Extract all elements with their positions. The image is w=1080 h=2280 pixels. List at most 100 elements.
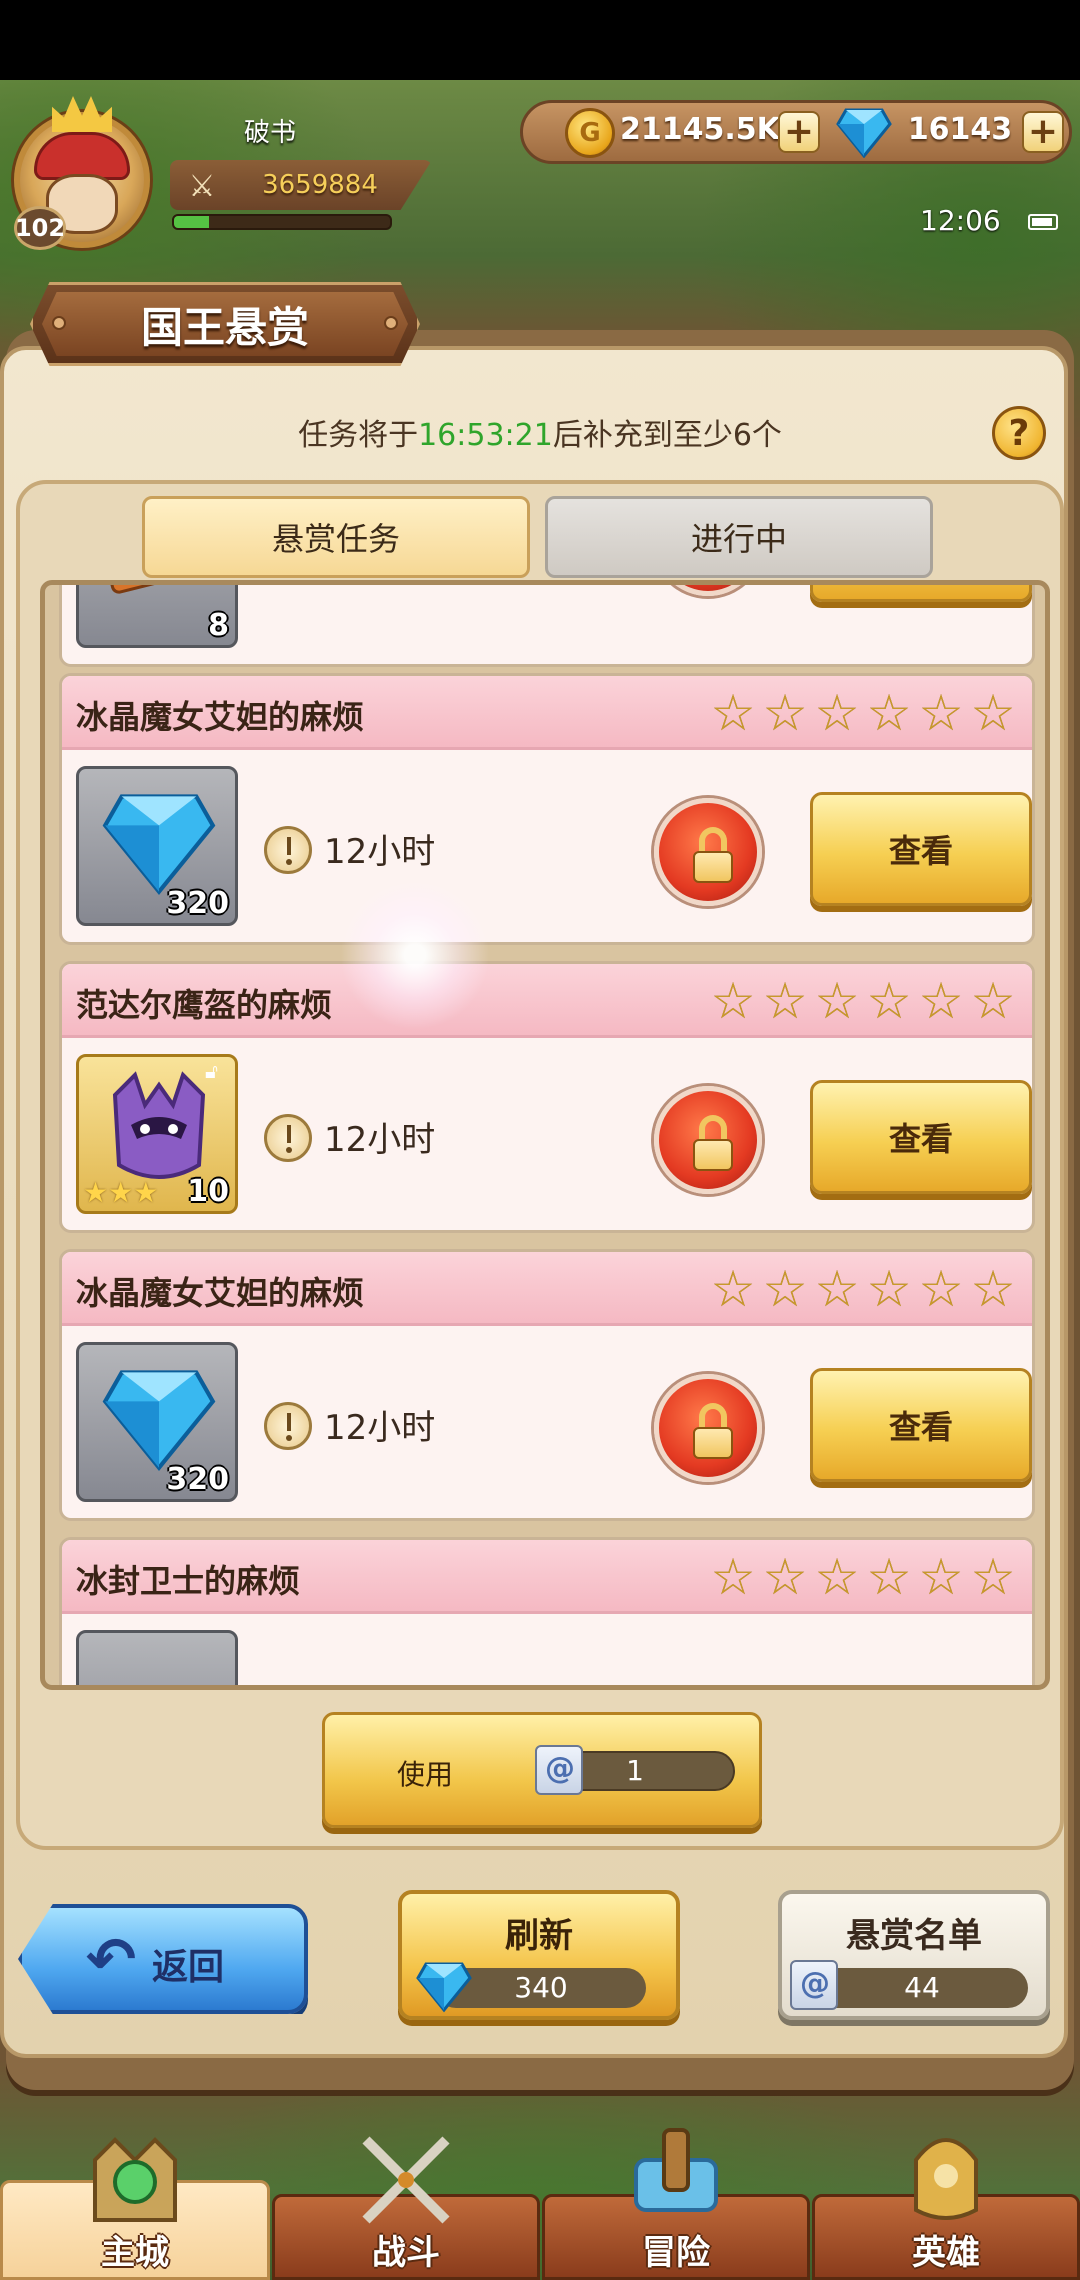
diamond-icon	[102, 1370, 216, 1471]
star-icon: ☆	[710, 684, 756, 742]
back-arrow-icon: ↶	[86, 1925, 137, 1995]
star-icon: ★	[133, 1176, 159, 1209]
back-button[interactable]: ↶ 返回	[18, 1904, 308, 2014]
refresh-timer: 16:53:21	[418, 418, 553, 453]
star-icon: ☆	[710, 1548, 756, 1606]
nav-adventure[interactable]: 冒险	[542, 2128, 810, 2280]
star-icon: ☆	[866, 972, 912, 1030]
battery-icon	[1028, 214, 1058, 230]
crossed-swords-icon	[362, 2136, 450, 2224]
item-count: 10	[187, 1174, 229, 1209]
difficulty-stars: ☆ ☆ ☆ ☆ ☆ ☆	[708, 976, 1018, 1026]
lock-button[interactable]	[654, 585, 762, 596]
item-slot[interactable]: 320	[76, 766, 238, 926]
tab-bounty-tasks[interactable]: 悬赏任务	[142, 496, 530, 578]
add-gold-button[interactable]: +	[778, 111, 820, 153]
page-title: 国王悬赏	[140, 302, 309, 352]
view-button-partial[interactable]	[810, 585, 1032, 602]
diamond-icon	[836, 108, 892, 158]
refresh-button[interactable]: 刷新 340	[398, 1890, 680, 2020]
star-icon: ☆	[866, 1548, 912, 1606]
quest-card: 冰晶魔女艾妲的麻烦 ☆ ☆ ☆ ☆ ☆ ☆ 320 12小时 查看	[59, 1249, 1035, 1521]
map-scroll-icon	[634, 2128, 718, 2212]
star-icon: ★	[108, 1176, 134, 1209]
clock: 12:06	[920, 204, 1001, 237]
quest-card: 冰封卫士的麻烦 ☆ ☆ ☆ ☆ ☆ ☆	[59, 1537, 1035, 1685]
quest-title: 冰晶魔女艾妲的麻烦	[76, 698, 365, 736]
lock-button[interactable]	[654, 798, 762, 906]
padlock-tag-icon: 🔓︎	[205, 1059, 218, 1083]
diamond-icon	[102, 794, 216, 895]
nav-main-city[interactable]: 主城	[0, 2137, 270, 2280]
use-scroll-button[interactable]: 使用 1	[322, 1712, 762, 1828]
star-icon: ☆	[762, 1260, 808, 1318]
quest-card: 冰晶魔女艾妲的麻烦 ☆ ☆ ☆ ☆ ☆ ☆ 320 12小时 查看	[59, 673, 1035, 945]
quest-duration: 12小时	[324, 1120, 436, 1160]
gold-coin-icon: G	[565, 108, 615, 158]
view-button[interactable]: 查看	[810, 1080, 1032, 1194]
quest-list[interactable]: 8 冰晶魔女艾妲的麻烦 ☆ ☆ ☆ ☆ ☆ ☆ 320 12小时 查看 范达尔鹰…	[40, 580, 1050, 1690]
lock-button[interactable]	[654, 1374, 762, 1482]
star-icon: ☆	[970, 972, 1016, 1030]
book-icon	[91, 585, 191, 596]
quest-duration: 12小时	[324, 1408, 436, 1448]
gem-value: 16143	[907, 112, 1013, 147]
item-count: 8	[208, 608, 229, 643]
nav-label: 英雄	[912, 2233, 980, 2273]
item-slot[interactable]: 320	[76, 1342, 238, 1502]
item-slot[interactable]: 🔓︎ ★ ★ ★ 10	[76, 1054, 238, 1214]
item-count: 320	[166, 886, 229, 921]
refresh-label: 刷新	[505, 1916, 573, 1956]
nav-heroes[interactable]: 英雄	[812, 2138, 1080, 2280]
refresh-note: 任务将于16:53:21后补充到至少6个	[298, 418, 782, 453]
star-icon: ☆	[970, 684, 1016, 742]
star-icon: ☆	[918, 1260, 964, 1318]
item-count: 320	[166, 1462, 229, 1497]
gold-value: 21145.5K	[620, 112, 780, 147]
diamond-icon	[416, 1962, 472, 2013]
timer-icon	[264, 1402, 312, 1450]
star-icon: ☆	[970, 1260, 1016, 1318]
sparkle-effect	[340, 880, 490, 1030]
star-icon: ☆	[918, 972, 964, 1030]
star-icon: ☆	[762, 684, 808, 742]
add-gems-button[interactable]: +	[1022, 111, 1064, 153]
timer-icon	[264, 826, 312, 874]
xp-fill	[174, 216, 209, 228]
view-button[interactable]: 查看	[810, 1368, 1032, 1482]
star-icon: ☆	[814, 972, 860, 1030]
xp-bar	[172, 214, 392, 230]
item-stars: ★ ★ ★	[83, 1179, 158, 1207]
star-icon: ☆	[918, 684, 964, 742]
star-icon: ☆	[710, 1260, 756, 1318]
difficulty-stars: ☆ ☆ ☆ ☆ ☆ ☆	[708, 1264, 1018, 1314]
nav-label: 主城	[101, 2233, 169, 2273]
nav-battle[interactable]: 战斗	[272, 2136, 540, 2280]
help-button[interactable]: ?	[992, 406, 1046, 460]
quest-title: 冰封卫士的麻烦	[76, 1562, 301, 1600]
star-icon: ☆	[866, 684, 912, 742]
star-icon: ☆	[970, 1548, 1016, 1606]
quest-title: 冰晶魔女艾妲的麻烦	[76, 1274, 365, 1312]
lock-button[interactable]	[654, 1086, 762, 1194]
item-slot[interactable]	[76, 1630, 238, 1685]
power-value: 3659884	[262, 170, 378, 200]
quest-duration: 12小时	[324, 832, 436, 872]
bounty-scroll-icon	[790, 1960, 838, 2010]
view-button[interactable]: 查看	[810, 792, 1032, 906]
item-slot[interactable]: 8	[76, 585, 238, 648]
star-icon: ★	[83, 1176, 109, 1209]
roster-label: 悬赏名单	[846, 1916, 982, 1956]
tab-in-progress[interactable]: 进行中	[545, 496, 933, 578]
use-label: 使用	[397, 1758, 454, 1791]
bounty-roster-button[interactable]: 悬赏名单 44	[778, 1890, 1050, 2020]
star-icon: ☆	[762, 972, 808, 1030]
difficulty-stars: ☆ ☆ ☆ ☆ ☆ ☆	[708, 688, 1018, 738]
star-icon: ☆	[814, 684, 860, 742]
crossed-swords-icon: ⚔	[188, 168, 216, 204]
bounty-scroll-icon	[535, 1745, 583, 1795]
star-icon: ☆	[866, 1260, 912, 1318]
hero-helmet-icon	[914, 2138, 978, 2220]
player-name: 破书	[243, 118, 296, 148]
roster-count: 44	[816, 1968, 1028, 2008]
